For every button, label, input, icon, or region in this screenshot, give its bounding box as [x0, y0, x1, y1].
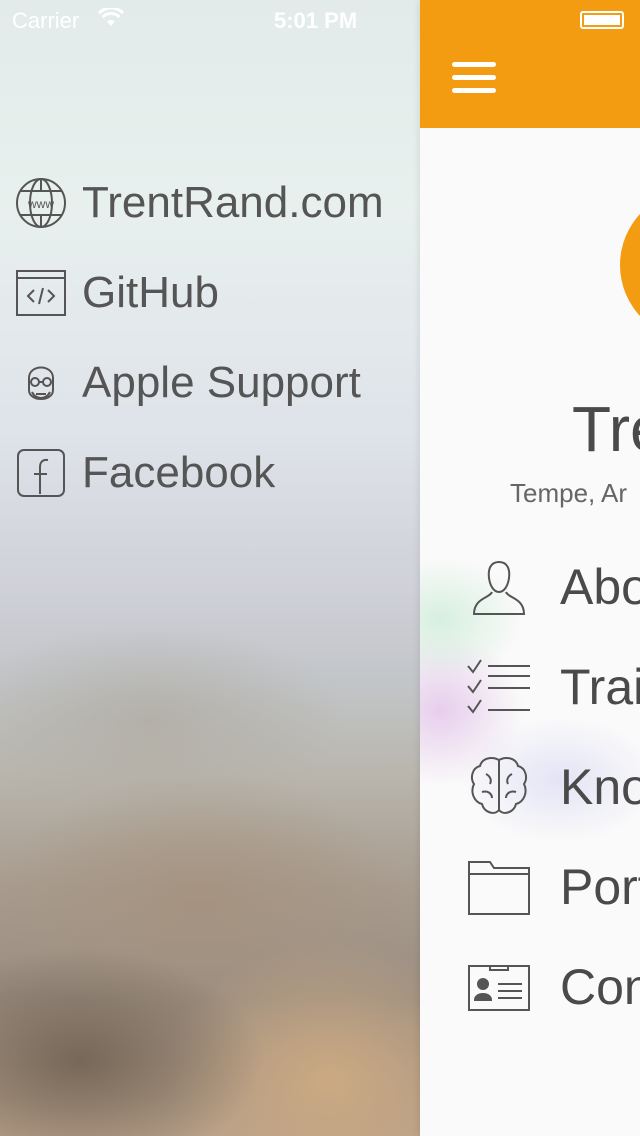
wifi-icon: [98, 8, 124, 26]
status-bar: Carrier 5:01 PM: [0, 0, 640, 40]
section-label: Abo: [560, 559, 640, 615]
main-panel[interactable]: Tre Tempe, Ar Abo Trait Kno: [420, 0, 640, 1136]
menu-label: GitHub: [82, 268, 219, 317]
section-label: Con: [560, 959, 640, 1015]
person-icon: [472, 560, 526, 615]
globe-www-icon: www: [16, 178, 66, 228]
hamburger-menu-icon[interactable]: [452, 62, 496, 98]
menu-item-apple-support[interactable]: Apple Support: [0, 338, 420, 428]
checklist-icon: [467, 659, 530, 714]
section-item-about[interactable]: Abo: [420, 550, 640, 650]
menu-label: Apple Support: [82, 358, 361, 407]
avatar: [620, 190, 640, 340]
folder-icon: [468, 861, 530, 915]
menu-item-github[interactable]: GitHub: [0, 248, 420, 338]
contact-card-icon: [468, 965, 530, 1011]
section-list: Abo Trait Kno Port: [420, 550, 640, 1050]
menu-item-facebook[interactable]: Facebook: [0, 428, 420, 518]
side-menu: www TrentRand.com GitHub Apple Support F…: [0, 158, 420, 518]
brain-icon: [471, 757, 527, 814]
section-item-contact[interactable]: Con: [420, 950, 640, 1050]
menu-label: Facebook: [82, 448, 276, 497]
carrier-label: Carrier: [12, 8, 80, 33]
profile-name: Tre: [572, 393, 640, 465]
section-label: Port: [560, 859, 640, 915]
menu-label: TrentRand.com: [82, 178, 384, 227]
section-label: Kno: [560, 759, 640, 815]
clock: 5:01 PM: [274, 8, 358, 33]
section-item-portfolio[interactable]: Port: [420, 850, 640, 950]
steve-jobs-icon: [28, 366, 54, 400]
code-window-icon: [16, 270, 66, 316]
battery-icon: [580, 11, 624, 29]
svg-text:www: www: [27, 197, 54, 211]
menu-item-website[interactable]: www TrentRand.com: [0, 158, 420, 248]
section-label: Trait: [560, 659, 640, 715]
section-item-knowledge[interactable]: Kno: [420, 750, 640, 850]
section-item-traits[interactable]: Trait: [420, 650, 640, 750]
profile-location: Tempe, Ar: [510, 478, 628, 508]
facebook-icon: [17, 449, 65, 497]
